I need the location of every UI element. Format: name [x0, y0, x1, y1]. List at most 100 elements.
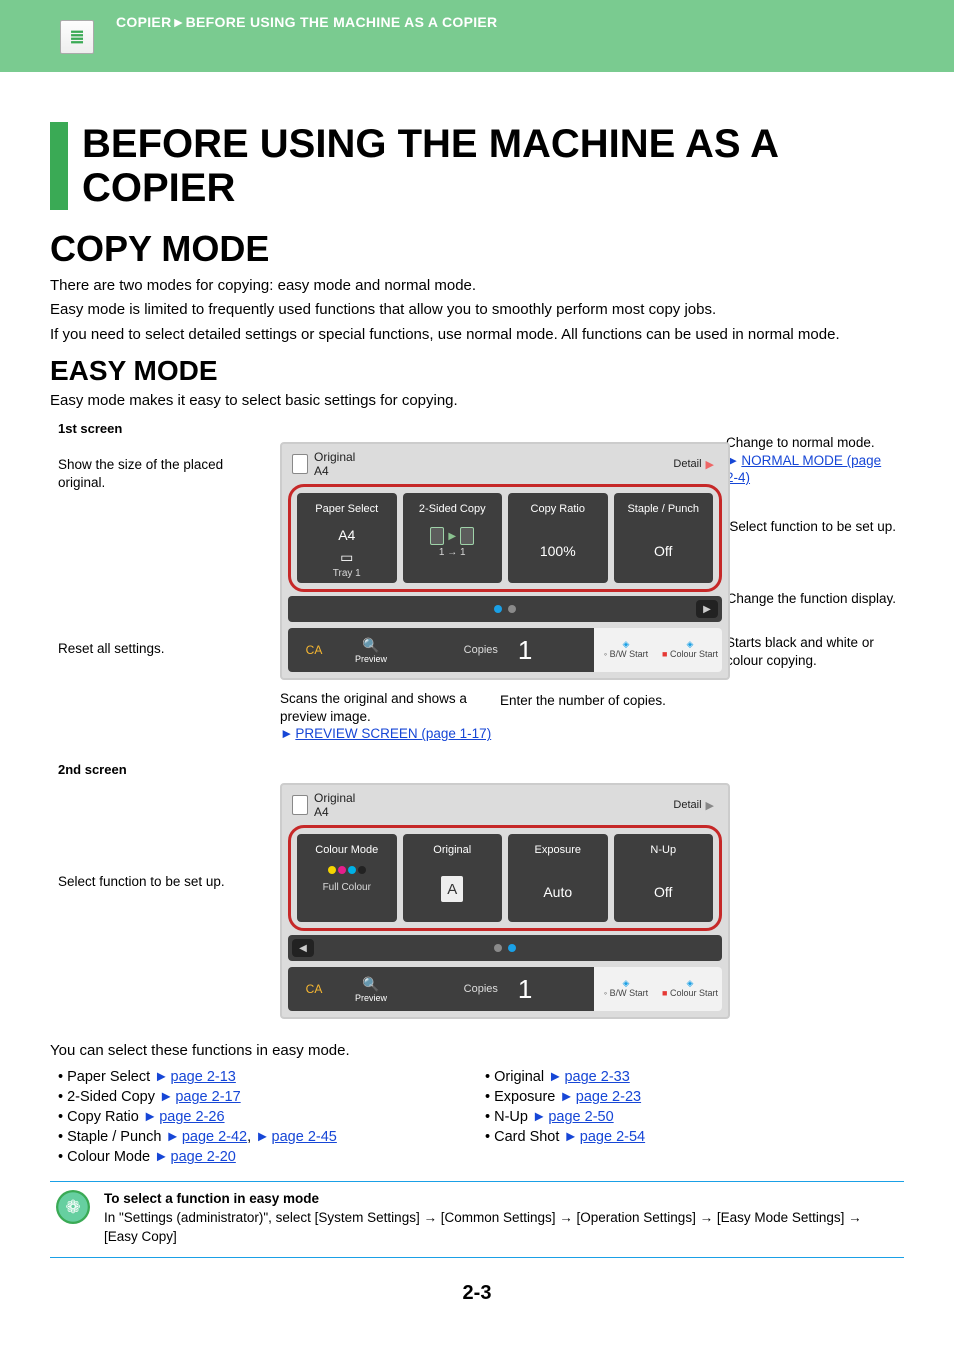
- detail-label: Detail: [673, 458, 701, 470]
- link-preview-screen[interactable]: PREVIEW SCREEN (page 1-17): [295, 726, 491, 741]
- breadcrumb: COPIER►BEFORE USING THE MACHINE AS A COP…: [116, 14, 497, 30]
- info-title: To select a function in easy mode: [104, 1190, 898, 1209]
- arrow-right-icon: ▶: [706, 458, 714, 471]
- original-size-2: A4: [314, 805, 329, 819]
- link-staple-2[interactable]: page 2-45: [272, 1129, 337, 1145]
- arrow-right-icon-2: ▶: [706, 799, 714, 812]
- preview-label-2: Preview: [355, 993, 387, 1003]
- fn-staple: Staple / Punch ►page 2-42, ►page 2-45: [50, 1127, 477, 1147]
- fn-paper-select: Paper Select ►page 2-13: [50, 1067, 477, 1087]
- link-nup[interactable]: page 2-50: [548, 1109, 613, 1125]
- tile-exposure-val: Auto: [543, 884, 572, 900]
- page-dots-2: ◀: [288, 935, 722, 961]
- note-scan-text: Scans the original and shows a preview i…: [280, 691, 467, 724]
- twosided-icon: ▶: [430, 527, 474, 545]
- copies-field-2[interactable]: Copies 1: [402, 967, 594, 1011]
- copies-field[interactable]: Copies 1: [402, 628, 594, 672]
- dot-icon: [508, 605, 516, 613]
- screen2-label: 2nd screen: [58, 762, 904, 777]
- tile-paper-label: Paper Select: [315, 497, 378, 521]
- tile-ratio-val: 100%: [540, 543, 576, 559]
- dot-active-icon: [494, 605, 502, 613]
- link-copy-ratio[interactable]: page 2-26: [159, 1109, 224, 1125]
- colour-start-button[interactable]: ◈ ■ Colour Start: [658, 628, 722, 672]
- original-label-2: Original: [314, 791, 355, 805]
- nav-next-button[interactable]: ▶: [696, 600, 718, 618]
- link-original[interactable]: page 2-33: [564, 1069, 629, 1085]
- tray-icon: ▭: [340, 549, 353, 566]
- copy-mode-p1: There are two modes for copying: easy mo…: [50, 276, 904, 296]
- tile-2sided[interactable]: 2-Sided Copy ▶ 1 → 1: [403, 493, 503, 583]
- functions-intro: You can select these functions in easy m…: [50, 1041, 904, 1061]
- screen1-area: Show the size of the placed original. Re…: [50, 442, 904, 752]
- link-paper-select[interactable]: page 2-13: [171, 1069, 236, 1085]
- fn-copy-ratio: Copy Ratio ►page 2-26: [50, 1107, 477, 1127]
- header-bar: ≣ COPIER►BEFORE USING THE MACHINE AS A C…: [0, 0, 954, 72]
- bw-start-button-2[interactable]: ◈ ◦ B/W Start: [594, 967, 658, 1011]
- copies-label: Copies: [464, 644, 498, 656]
- copier-icon: ≣: [60, 20, 94, 54]
- info-body: In "Settings (administrator)", select [S…: [104, 1209, 898, 1247]
- fn-original: Original ►page 2-33: [477, 1067, 904, 1087]
- copies-value: 1: [518, 635, 532, 666]
- copies-label-2: Copies: [464, 983, 498, 995]
- link-2sided[interactable]: page 2-17: [175, 1089, 240, 1105]
- detail-label-2: Detail: [673, 799, 701, 811]
- detail-button[interactable]: Detail ▶: [669, 456, 718, 473]
- bw-label: B/W Start: [610, 649, 649, 659]
- ca-button-2[interactable]: CA: [288, 967, 340, 1011]
- bw-start-button[interactable]: ◈ ◦ B/W Start: [594, 628, 658, 672]
- tile-nup[interactable]: N-Up Off: [614, 834, 714, 922]
- colour-dots-icon: [328, 866, 366, 874]
- link-card-shot[interactable]: page 2-54: [580, 1129, 645, 1145]
- link-staple-1[interactable]: page 2-42: [182, 1129, 247, 1145]
- tile-exposure[interactable]: Exposure Auto: [508, 834, 608, 922]
- fn-colour-mode: Colour Mode ►page 2-20: [50, 1147, 477, 1167]
- ca-button[interactable]: CA: [288, 628, 340, 672]
- screen2-actions: CA 🔍 Preview Copies 1 ◈ ◦ B/W Start ◈ ■ …: [288, 967, 722, 1011]
- copies-value-2: 1: [518, 974, 532, 1005]
- original-indicator: Original A4: [292, 450, 355, 478]
- panel1-topbar: Original A4 Detail ▶: [282, 444, 728, 480]
- page-icon-2: [292, 795, 308, 815]
- tile-2sided-label: 2-Sided Copy: [419, 497, 486, 521]
- colour-label-2: Colour Start: [670, 988, 718, 998]
- preview-label: Preview: [355, 654, 387, 664]
- link-normal-mode[interactable]: NORMAL MODE (page 2-4): [726, 453, 881, 486]
- original-size: A4: [314, 464, 329, 478]
- bw-label-2: B/W Start: [610, 988, 649, 998]
- page-dots-1: ▶: [288, 596, 722, 622]
- note-scan: Scans the original and shows a preview i…: [280, 690, 500, 743]
- tile-staple-label: Staple / Punch: [627, 497, 699, 521]
- easy-mode-intro: Easy mode makes it easy to select basic …: [50, 391, 904, 411]
- colour-start-button-2[interactable]: ◈ ■ Colour Start: [658, 967, 722, 1011]
- detail-button-2[interactable]: Detail ▶: [669, 797, 718, 814]
- preview-button[interactable]: 🔍 Preview: [340, 628, 402, 672]
- colour-label: Colour Start: [670, 649, 718, 659]
- info-box: ❁ To select a function in easy mode In "…: [50, 1181, 904, 1258]
- link-exposure[interactable]: page 2-23: [576, 1089, 641, 1105]
- note-start: Starts black and white or colour copying…: [726, 634, 896, 669]
- tile-paper-v1: A4: [338, 527, 355, 543]
- nav-prev-button[interactable]: ◀: [292, 939, 314, 957]
- note-reset: Reset all settings.: [58, 640, 165, 658]
- page-number: 2-3: [50, 1282, 904, 1305]
- note-enter-copies: Enter the number of copies.: [500, 692, 666, 710]
- screen1-panel: Original A4 Detail ▶ Paper Select A4 ▭ T…: [280, 442, 730, 680]
- note-show-size: Show the size of the placed original.: [58, 456, 228, 491]
- fn-nup: N-Up ►page 2-50: [477, 1107, 904, 1127]
- tile-staple[interactable]: Staple / Punch Off: [614, 493, 714, 583]
- functions-left: Paper Select ►page 2-13 2-Sided Copy ►pa…: [50, 1067, 477, 1167]
- tile-original-label: Original: [433, 838, 471, 862]
- tile-copy-ratio[interactable]: Copy Ratio 100%: [508, 493, 608, 583]
- magnifier-icon: 🔍: [362, 637, 379, 654]
- tile-original[interactable]: Original A: [403, 834, 503, 922]
- tile-paper-select[interactable]: Paper Select A4 ▭ Tray 1: [297, 493, 397, 583]
- dot-active-icon-2: [508, 944, 516, 952]
- tile-colour-mode[interactable]: Colour Mode Full Colour: [297, 834, 397, 922]
- note-select-fn-1: Select function to be set up.: [729, 518, 896, 536]
- tile-colour-val: Full Colour: [323, 882, 371, 893]
- link-colour-mode[interactable]: page 2-20: [171, 1149, 236, 1165]
- tile-paper-v2: Tray 1: [333, 568, 361, 579]
- preview-button-2[interactable]: 🔍 Preview: [340, 967, 402, 1011]
